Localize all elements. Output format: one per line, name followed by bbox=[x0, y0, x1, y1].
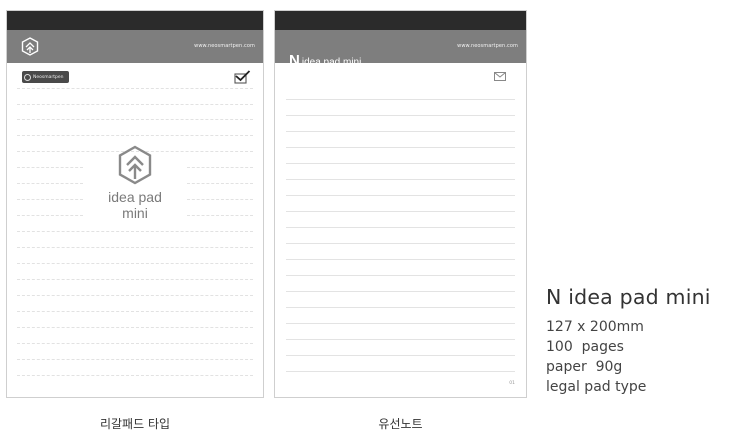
note-lines bbox=[275, 11, 526, 397]
center-logo: idea pad mini bbox=[7, 145, 263, 221]
product-title: N idea pad mini bbox=[546, 285, 711, 309]
spec-pages: 100 pages bbox=[546, 339, 624, 355]
tree-shield-icon bbox=[118, 145, 152, 185]
legal-pad-preview: www.neosmartpen.com Neosmartpen idea pad… bbox=[6, 10, 264, 398]
page-number: 01 bbox=[509, 381, 515, 386]
spec-paper: paper 90g bbox=[546, 359, 623, 375]
logo-text: idea pad mini bbox=[108, 189, 162, 221]
spec-type: legal pad type bbox=[546, 379, 647, 395]
lined-note-preview: N idea pad mini www.neosmartpen.com 01 bbox=[274, 10, 527, 398]
legal-pad-caption: 리갈패드 타입 bbox=[99, 417, 171, 431]
lined-note-caption: 유선노트 bbox=[378, 417, 423, 431]
product-specs: N idea pad mini 127 x 200mm 100 pages pa… bbox=[546, 285, 711, 397]
spec-list: 127 x 200mm 100 pages paper 90g legal pa… bbox=[546, 317, 711, 397]
spec-size: 127 x 200mm bbox=[546, 319, 644, 335]
